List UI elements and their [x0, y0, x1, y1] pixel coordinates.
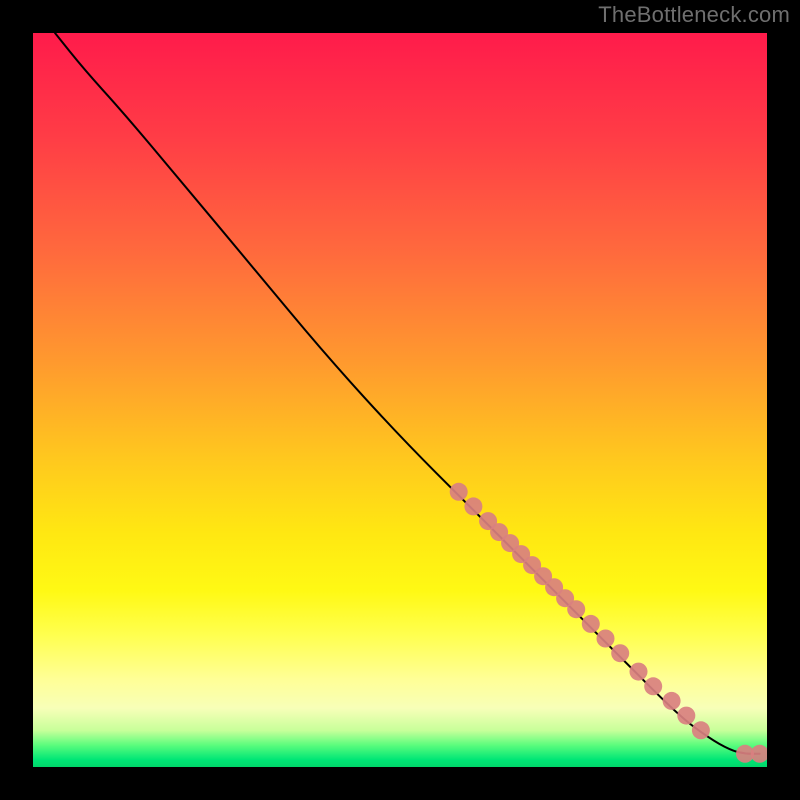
gradient-background [33, 33, 767, 767]
plot-area [33, 33, 767, 767]
watermark-text: TheBottleneck.com [598, 2, 790, 28]
chart-frame: TheBottleneck.com [0, 0, 800, 800]
